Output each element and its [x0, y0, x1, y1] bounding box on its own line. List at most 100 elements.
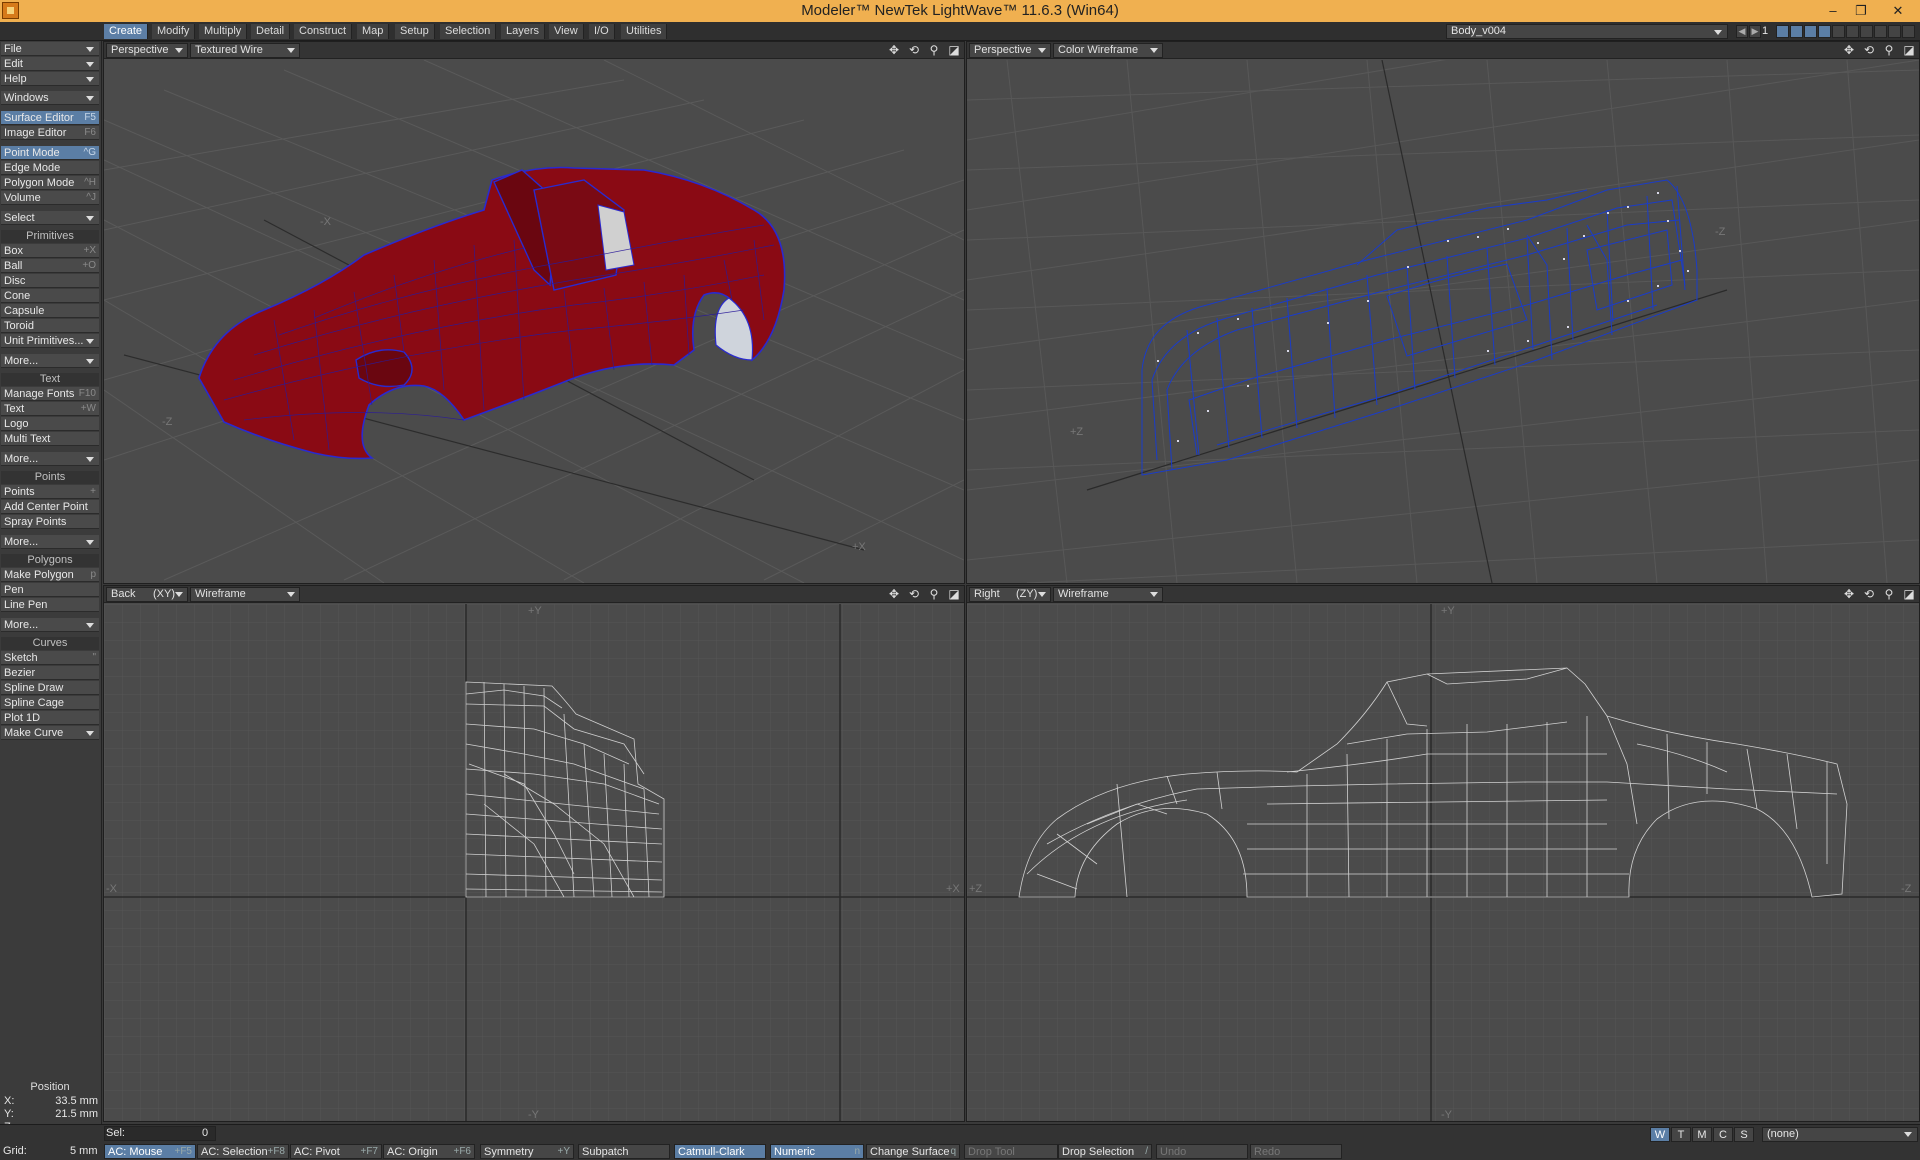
tab-selection[interactable]: Selection: [440, 24, 497, 39]
catmull-clark-toggle[interactable]: Catmull-Clark: [674, 1144, 766, 1159]
color-map-toggle[interactable]: C: [1713, 1127, 1733, 1142]
vertex-map-select[interactable]: (none): [1762, 1127, 1918, 1142]
disc-tool[interactable]: Disc: [1, 274, 99, 288]
tab-modify[interactable]: Modify: [152, 24, 196, 39]
prev-layer-icon[interactable]: ◀: [1736, 25, 1748, 38]
pan-icon[interactable]: ✥: [1841, 587, 1857, 602]
layer-slot[interactable]: [1874, 25, 1887, 38]
polygon-mode-button[interactable]: Polygon Mode ^H: [1, 176, 99, 190]
minimize-button[interactable]: –: [1819, 0, 1847, 22]
tab-utilities[interactable]: Utilities: [621, 24, 668, 39]
viewport-perspective-wireframe[interactable]: Perspective Color Wireframe ✥ ⟲ ⚲ ◪ +Z -…: [966, 41, 1920, 584]
viewport-right[interactable]: Right (ZY) Wireframe ✥ ⟲ ⚲ ◪ +Y +Z -Z -Y: [966, 585, 1920, 1122]
tab-setup[interactable]: Setup: [395, 24, 435, 39]
layer-slot[interactable]: [1804, 25, 1817, 38]
tab-map[interactable]: Map: [357, 24, 390, 39]
pan-icon[interactable]: ✥: [886, 43, 902, 58]
rotate-icon[interactable]: ⟲: [906, 43, 922, 58]
zoom-icon[interactable]: ⚲: [1881, 587, 1897, 602]
layer-slot[interactable]: [1776, 25, 1789, 38]
pen-tool[interactable]: Pen: [1, 583, 99, 597]
edit-menu[interactable]: Edit: [1, 57, 99, 71]
viewport-canvas[interactable]: -X +X -Z: [104, 60, 964, 583]
maximize-viewport-icon[interactable]: ◪: [1901, 587, 1917, 602]
layer-select[interactable]: Body_v004: [1446, 24, 1728, 39]
drop-tool-button[interactable]: Drop Tool: [964, 1144, 1058, 1159]
text-more-menu[interactable]: More...: [1, 452, 99, 466]
bezier-tool[interactable]: Bezier: [1, 666, 99, 680]
view-type-select[interactable]: Perspective: [969, 43, 1051, 58]
tab-create[interactable]: Create: [104, 24, 149, 39]
rotate-icon[interactable]: ⟲: [1861, 587, 1877, 602]
logo-tool[interactable]: Logo: [1, 417, 99, 431]
unit-primitives-menu[interactable]: Unit Primitives...: [1, 334, 99, 348]
next-layer-icon[interactable]: ▶: [1749, 25, 1761, 38]
rotate-icon[interactable]: ⟲: [906, 587, 922, 602]
undo-button[interactable]: Undo: [1156, 1144, 1248, 1159]
primitives-more-menu[interactable]: More...: [1, 354, 99, 368]
numeric-button[interactable]: Numeric n: [770, 1144, 864, 1159]
action-center-selection-button[interactable]: AC: Selection +F8: [197, 1144, 289, 1159]
make-polygon-button[interactable]: Make Polygon p: [1, 568, 99, 582]
selection-map-toggle[interactable]: S: [1734, 1127, 1754, 1142]
maximize-viewport-icon[interactable]: ◪: [946, 43, 962, 58]
multi-text-tool[interactable]: Multi Text: [1, 432, 99, 446]
ball-tool[interactable]: Ball +O: [1, 259, 99, 273]
select-menu[interactable]: Select: [1, 211, 99, 225]
spline-cage-tool[interactable]: Spline Cage: [1, 696, 99, 710]
polygons-more-menu[interactable]: More...: [1, 618, 99, 632]
layer-slot[interactable]: [1832, 25, 1845, 38]
tab-detail[interactable]: Detail: [251, 24, 291, 39]
viewport-back[interactable]: Back (XY) Wireframe ✥ ⟲ ⚲ ◪ +Y -X +X -Y: [103, 585, 965, 1122]
view-type-select[interactable]: Right (ZY): [969, 587, 1051, 602]
points-more-menu[interactable]: More...: [1, 535, 99, 549]
render-mode-select[interactable]: Wireframe: [1053, 587, 1163, 602]
viewport-canvas[interactable]: +Y +Z -Z -Y: [967, 604, 1919, 1121]
viewport-canvas[interactable]: +Y -X +X -Y: [104, 604, 964, 1121]
weight-map-toggle[interactable]: W: [1650, 1127, 1670, 1142]
texture-map-toggle[interactable]: T: [1671, 1127, 1691, 1142]
spline-draw-tool[interactable]: Spline Draw: [1, 681, 99, 695]
symmetry-toggle[interactable]: Symmetry +Y: [480, 1144, 574, 1159]
toroid-tool[interactable]: Toroid: [1, 319, 99, 333]
maximize-viewport-icon[interactable]: ◪: [1901, 43, 1917, 58]
point-mode-button[interactable]: Point Mode ^G: [1, 146, 99, 160]
view-type-select[interactable]: Perspective: [106, 43, 188, 58]
help-menu[interactable]: Help: [1, 72, 99, 86]
make-curve-menu[interactable]: Make Curve: [1, 726, 99, 740]
layer-slot[interactable]: [1818, 25, 1831, 38]
manage-fonts-button[interactable]: Manage Fonts F10: [1, 387, 99, 401]
viewport-perspective-textured[interactable]: Perspective Textured Wire ✥ ⟲ ⚲ ◪ -X +X …: [103, 41, 965, 584]
rotate-icon[interactable]: ⟲: [1861, 43, 1877, 58]
render-mode-select[interactable]: Color Wireframe: [1053, 43, 1163, 58]
layer-slot[interactable]: [1888, 25, 1901, 38]
subpatch-toggle[interactable]: Subpatch: [578, 1144, 670, 1159]
edge-mode-button[interactable]: Edge Mode: [1, 161, 99, 175]
change-surface-button[interactable]: Change Surface q: [866, 1144, 960, 1159]
layer-slot[interactable]: [1902, 25, 1915, 38]
box-tool[interactable]: Box +X: [1, 244, 99, 258]
viewport-canvas[interactable]: +Z -Z: [967, 60, 1919, 583]
layer-slot[interactable]: [1790, 25, 1803, 38]
view-type-select[interactable]: Back (XY): [106, 587, 188, 602]
text-tool[interactable]: Text +W: [1, 402, 99, 416]
zoom-icon[interactable]: ⚲: [1881, 43, 1897, 58]
drop-selection-button[interactable]: Drop Selection /: [1058, 1144, 1152, 1159]
layer-slot[interactable]: [1846, 25, 1859, 38]
redo-button[interactable]: Redo: [1250, 1144, 1342, 1159]
action-center-mouse-button[interactable]: AC: Mouse +F5: [104, 1144, 196, 1159]
action-center-pivot-button[interactable]: AC: Pivot +F7: [290, 1144, 382, 1159]
tab-construct[interactable]: Construct: [294, 24, 353, 39]
pan-icon[interactable]: ✥: [886, 587, 902, 602]
render-mode-select[interactable]: Textured Wire: [190, 43, 300, 58]
zoom-icon[interactable]: ⚲: [926, 587, 942, 602]
render-mode-select[interactable]: Wireframe: [190, 587, 300, 602]
plot-1d-tool[interactable]: Plot 1D: [1, 711, 99, 725]
close-button[interactable]: ✕: [1878, 0, 1918, 22]
restore-button[interactable]: ❐: [1847, 0, 1875, 22]
points-tool[interactable]: Points +: [1, 485, 99, 499]
tab-multiply[interactable]: Multiply: [199, 24, 248, 39]
zoom-icon[interactable]: ⚲: [926, 43, 942, 58]
windows-menu[interactable]: Windows: [1, 91, 99, 105]
sketch-tool[interactable]: Sketch ": [1, 651, 99, 665]
